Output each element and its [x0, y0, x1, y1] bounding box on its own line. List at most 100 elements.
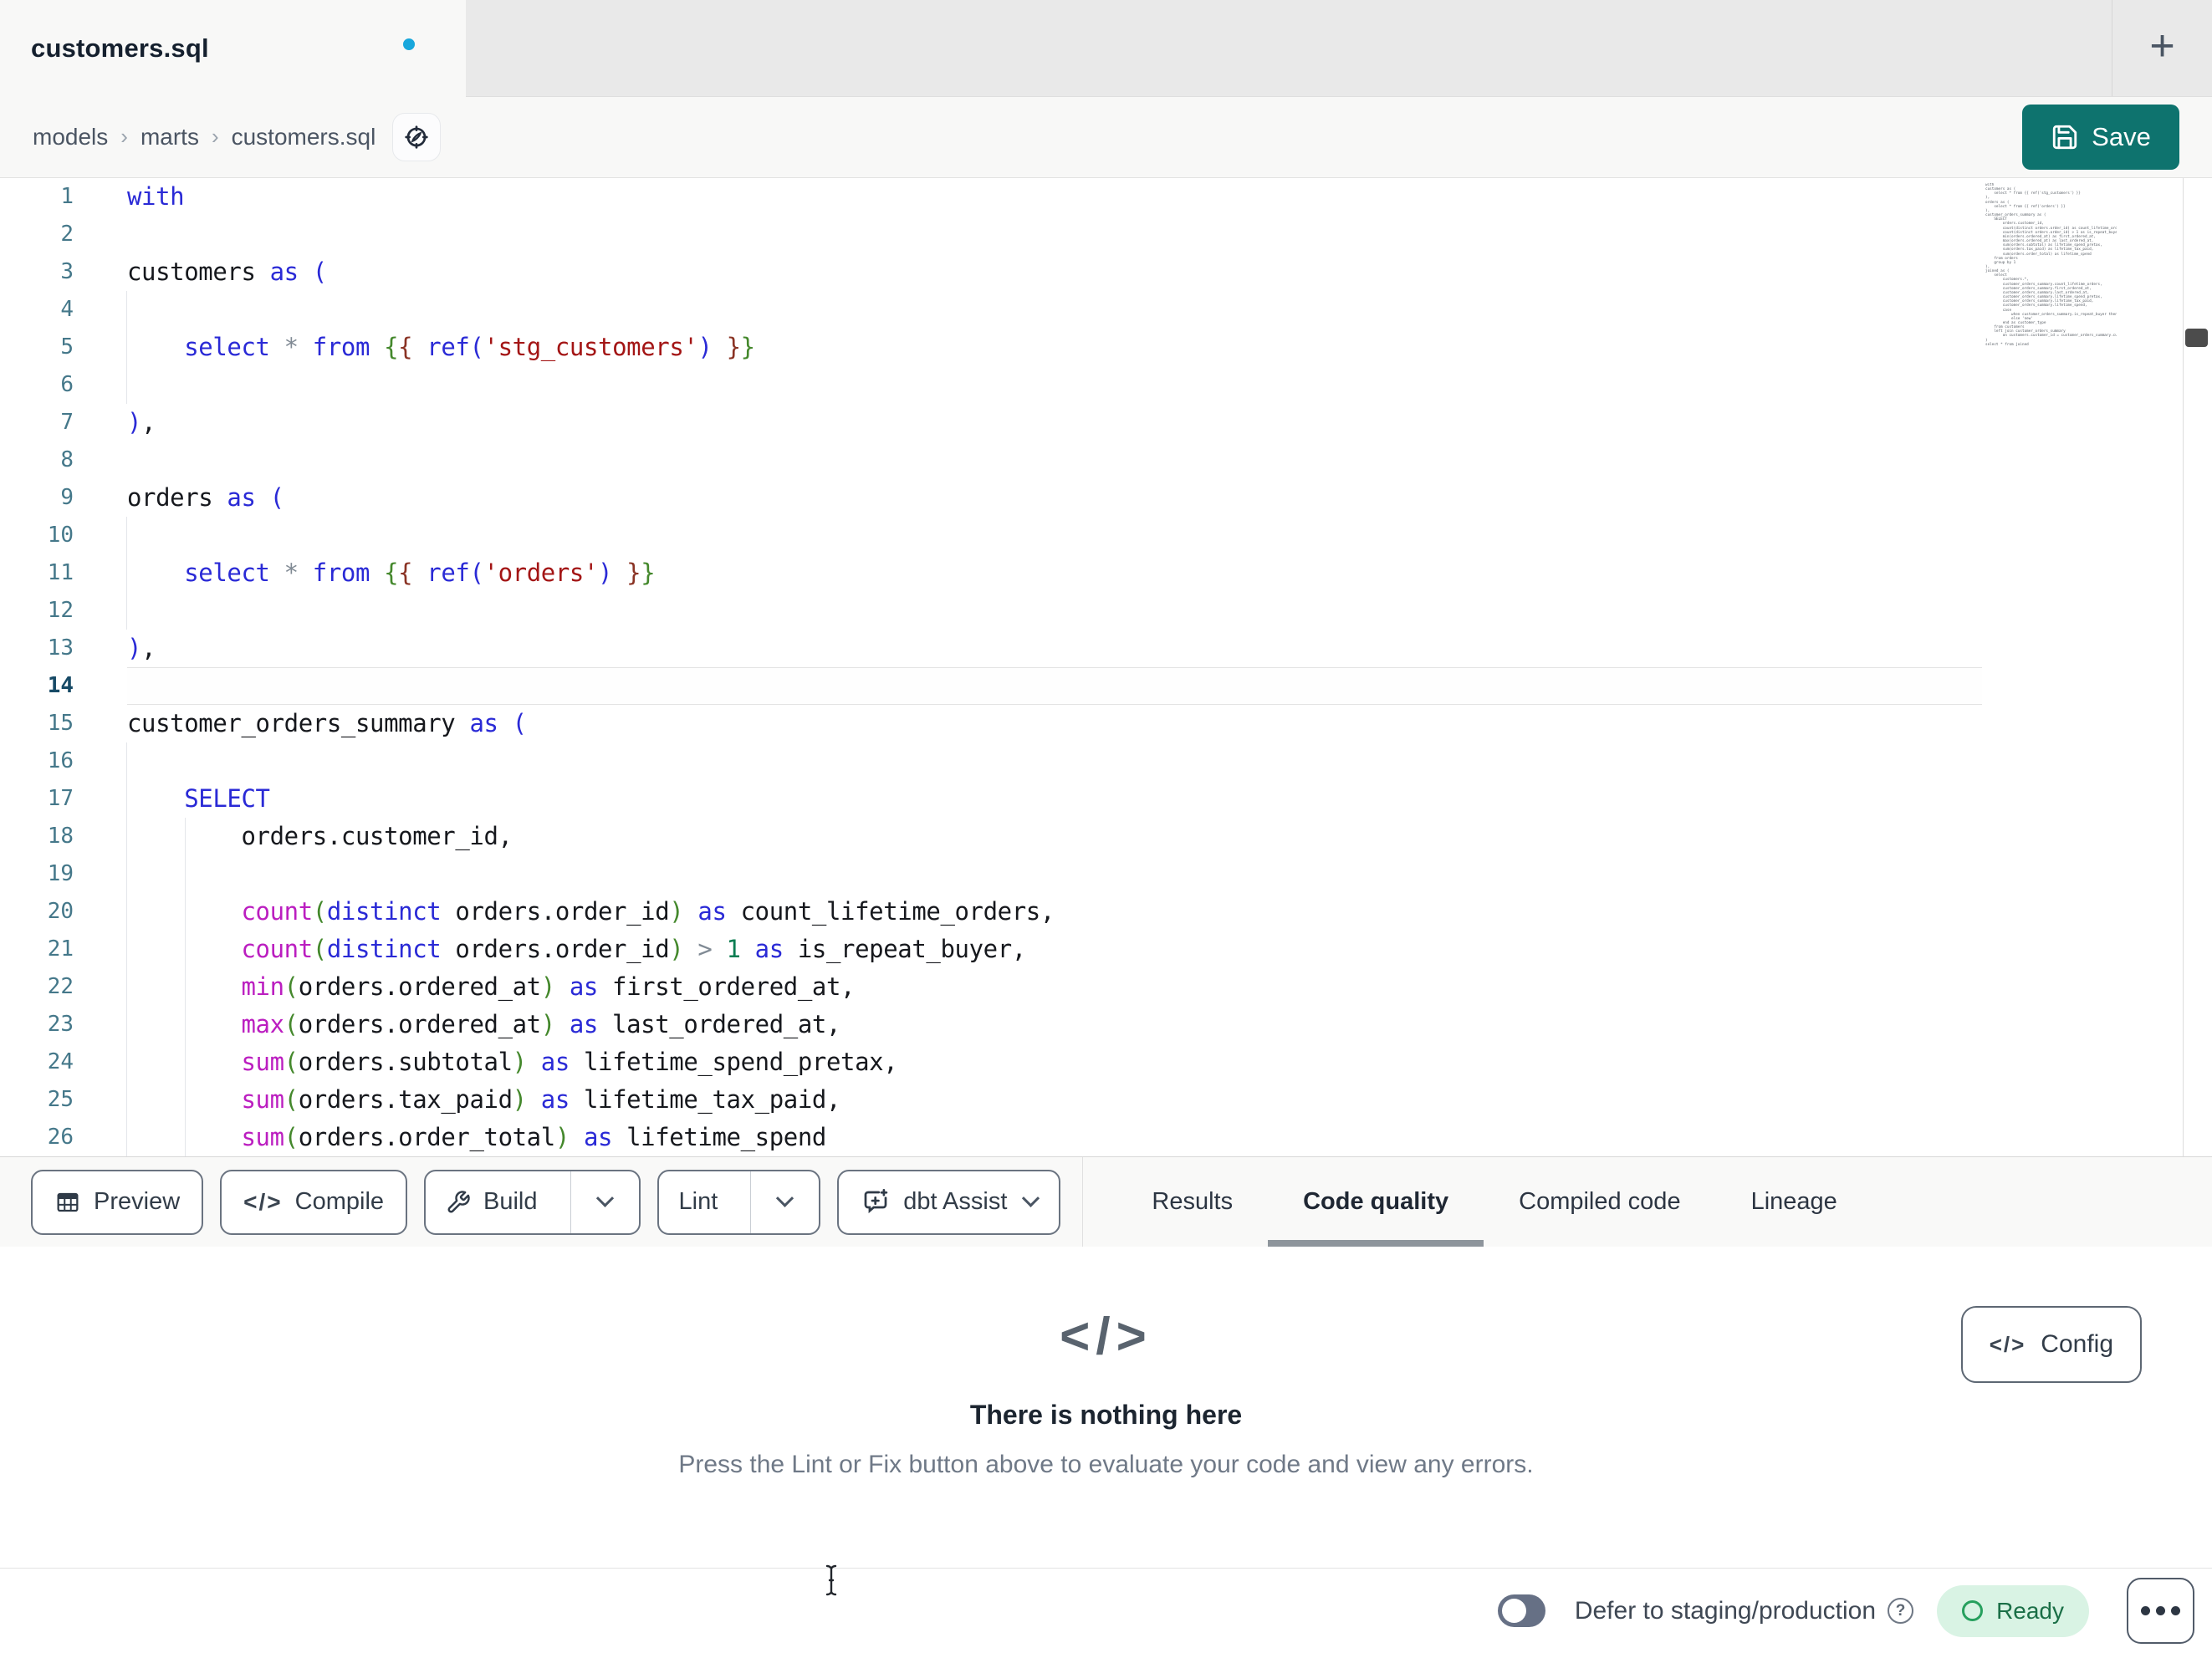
code-line-4[interactable]: 4 — [0, 291, 1982, 329]
empty-state: </> There is nothing here Press the Lint… — [0, 1307, 2212, 1479]
toolbar-divider — [1082, 1157, 1084, 1247]
code-line-2[interactable]: 2 — [0, 216, 1982, 253]
status-badge: Ready — [1937, 1584, 2089, 1637]
code-slash-icon: </> — [1060, 1308, 1152, 1365]
code-line-8[interactable]: 8 — [0, 441, 1982, 479]
code-line-26[interactable]: 26 sum(orders.order_total) as lifetime_s… — [0, 1119, 1982, 1156]
file-tab-customers-sql[interactable]: customers.sql — [0, 0, 466, 97]
more-options-button[interactable] — [2127, 1578, 2194, 1644]
compile-button[interactable]: </> Compile — [220, 1169, 408, 1235]
help-icon[interactable]: ? — [1888, 1598, 1914, 1624]
code-editor-text-area[interactable]: 1 with 2 3 customers as ( 4 5 select * from {{… — [0, 178, 1982, 1156]
code-line-text: with — [127, 182, 185, 211]
code-line-text — [126, 517, 1982, 554]
line-number: 10 — [47, 523, 74, 548]
code-line-text: sum(orders.order_total) as lifetime_spen… — [126, 1119, 1982, 1156]
breadcrumb-item-models[interactable]: models — [33, 124, 108, 151]
code-line-text: count(distinct orders.order_id) as count… — [126, 893, 1982, 931]
editor-action-bar: Preview </> Compile Build Lint dbt Assis… — [0, 1156, 2212, 1247]
line-number: 26 — [47, 1125, 74, 1150]
save-icon — [2052, 125, 2077, 150]
code-line-text: count(distinct orders.order_id) > 1 as i… — [126, 931, 1982, 968]
code-quality-panel: </> There is nothing here Press the Lint… — [0, 1247, 2212, 1568]
new-tab-button[interactable]: + — [2112, 0, 2212, 96]
code-line-16[interactable]: 16 — [0, 742, 1982, 780]
code-line-14[interactable]: 14 — [0, 667, 1982, 705]
indent-guide — [184, 1081, 186, 1119]
code-line-text: customer_orders_summary as ( — [127, 709, 527, 737]
line-number: 14 — [47, 673, 74, 698]
line-number: 6 — [60, 372, 74, 397]
code-line-11[interactable]: 11 select * from {{ ref('orders') }} — [0, 554, 1982, 592]
code-line-text: orders.customer_id, — [126, 818, 1982, 855]
indent-guide — [184, 893, 186, 931]
results-panel-tabs: Results Code quality Compiled code Lineage — [1116, 1157, 1872, 1247]
build-dropdown-button[interactable] — [570, 1171, 639, 1233]
build-button[interactable]: Build — [426, 1171, 558, 1233]
indent-guide — [126, 291, 127, 329]
code-line-20[interactable]: 20 count(distinct orders.order_id) as co… — [0, 893, 1982, 931]
code-line-18[interactable]: 18 orders.customer_id, — [0, 818, 1982, 855]
line-number: 19 — [47, 861, 74, 886]
indent-guide — [184, 1006, 186, 1043]
panel-tab-results[interactable]: Results — [1116, 1157, 1268, 1247]
line-number: 11 — [47, 560, 74, 585]
code-line-23[interactable]: 23 max(orders.ordered_at) as last_ordere… — [0, 1006, 1982, 1043]
line-number: 8 — [60, 447, 74, 472]
line-number: 13 — [47, 635, 74, 661]
file-tab-title: customers.sql — [31, 33, 209, 63]
indent-guide — [126, 517, 127, 554]
text-cursor-pointer — [825, 1564, 837, 1596]
scrollbar-thumb[interactable] — [2185, 329, 2208, 347]
code-line-24[interactable]: 24 sum(orders.subtotal) as lifetime_spen… — [0, 1043, 1982, 1081]
code-line-text — [126, 742, 1982, 780]
code-line-12[interactable]: 12 — [0, 592, 1982, 630]
code-icon: </> — [243, 1188, 283, 1215]
lint-dropdown-button[interactable] — [750, 1171, 819, 1233]
breadcrumb-item-customers-sql[interactable]: customers.sql — [232, 124, 376, 151]
code-line-text: SELECT — [126, 780, 1982, 818]
code-line-5[interactable]: 5 select * from {{ ref('stg_customers') … — [0, 329, 1982, 366]
line-number: 4 — [60, 297, 74, 322]
indent-guide — [184, 931, 186, 968]
code-line-17[interactable]: 17 SELECT — [0, 780, 1982, 818]
indent-guide — [184, 855, 186, 893]
preview-button[interactable]: Preview — [31, 1169, 204, 1235]
code-line-21[interactable]: 21 count(distinct orders.order_id) > 1 a… — [0, 931, 1982, 968]
locate-in-file-tree-button[interactable] — [392, 113, 442, 161]
code-line-3[interactable]: 3 customers as ( — [0, 253, 1982, 291]
indent-guide — [184, 1119, 186, 1156]
config-button-label: Config — [2041, 1330, 2113, 1358]
code-line-1[interactable]: 1 with — [0, 178, 1982, 216]
breadcrumb-item-marts[interactable]: marts — [140, 124, 199, 151]
code-line-6[interactable]: 6 — [0, 366, 1982, 404]
build-split-button: Build — [424, 1169, 641, 1235]
line-number: 5 — [60, 334, 74, 360]
compile-button-label: Compile — [294, 1188, 385, 1215]
code-line-22[interactable]: 22 min(orders.ordered_at) as first_order… — [0, 968, 1982, 1006]
editor-right-divider — [2183, 178, 2184, 1156]
panel-tab-lineage[interactable]: Lineage — [1716, 1157, 1872, 1247]
config-button[interactable]: </> Config — [1960, 1306, 2142, 1383]
panel-tab-code-quality[interactable]: Code quality — [1268, 1157, 1484, 1247]
lint-button[interactable]: Lint — [659, 1171, 738, 1233]
defer-toggle[interactable] — [1497, 1594, 1545, 1627]
indent-guide — [126, 592, 127, 630]
line-number: 18 — [47, 824, 74, 849]
code-line-25[interactable]: 25 sum(orders.tax_paid) as lifetime_tax_… — [0, 1081, 1982, 1119]
code-line-7[interactable]: 7), — [0, 404, 1982, 441]
code-line-15[interactable]: 15 customer_orders_summary as ( — [0, 705, 1982, 742]
breadcrumb-bar: models › marts › customers.sql Save — [0, 97, 2212, 178]
code-line-9[interactable]: 9 orders as ( — [0, 479, 1982, 517]
minimap[interactable]: with customers as ( select * from {{ ref(… — [1985, 183, 2117, 347]
indent-guide — [184, 1043, 186, 1081]
dbt-assist-button[interactable]: dbt Assist — [837, 1169, 1061, 1235]
code-line-19[interactable]: 19 — [0, 855, 1982, 893]
code-line-10[interactable]: 10 — [0, 517, 1982, 554]
line-number: 12 — [47, 598, 74, 623]
save-button[interactable]: Save — [2022, 105, 2179, 170]
code-line-text — [127, 667, 1982, 705]
panel-tab-compiled-code[interactable]: Compiled code — [1484, 1157, 1715, 1247]
code-line-13[interactable]: 13), — [0, 630, 1982, 667]
empty-state-title: There is nothing here — [969, 1400, 1243, 1430]
